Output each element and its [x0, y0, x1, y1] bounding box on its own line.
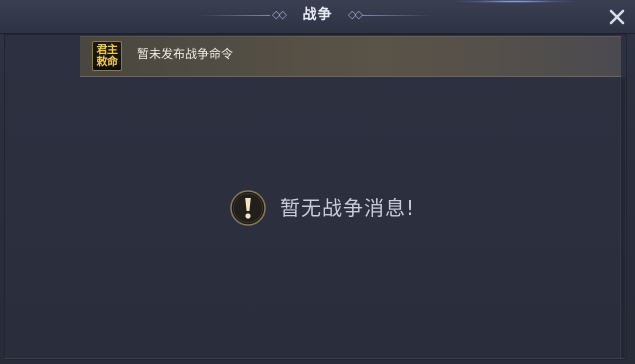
empty-state-message: 暂无战争消息! [280, 196, 416, 220]
decree-badge-line2: 敕命 [96, 55, 119, 68]
war-order-notice-text: 暂未发布战争命令 [137, 47, 234, 61]
panel-header: ◇◇ 战争 ◇◇ [0, 0, 635, 34]
header-glow [455, 0, 575, 3]
empty-state: 暂无战争消息! [230, 189, 415, 227]
panel-bottom-border [4, 358, 625, 359]
panel-title: 战争 [302, 7, 333, 23]
close-button[interactable] [607, 7, 627, 27]
scrollbar-track[interactable] [620, 78, 625, 358]
title-divider-right [362, 15, 432, 16]
royal-decree-icon: 君主 敕命 [92, 41, 122, 71]
warning-icon [230, 190, 266, 226]
title-ornament-right-icon: ◇◇ [348, 8, 363, 21]
war-panel: ◇◇ 战争 ◇◇ 君主 敕命 暂未发布战争命令 暂无战争消息! [0, 0, 635, 364]
close-icon[interactable] [607, 7, 627, 27]
